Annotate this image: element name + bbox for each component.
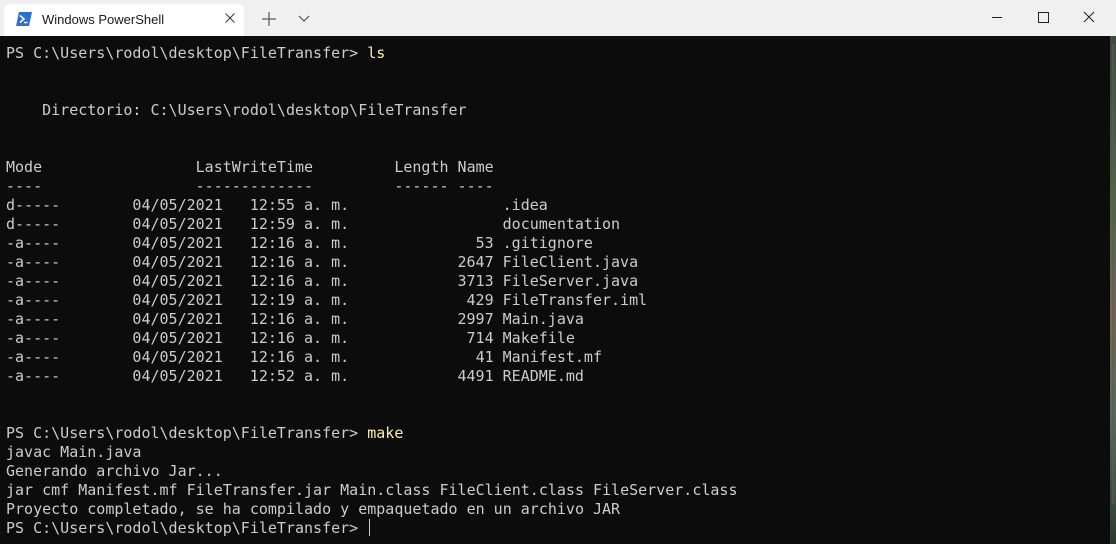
output-line: Proyecto completado, se ha compilado y e…	[6, 500, 621, 518]
window-close-icon[interactable]	[1066, 0, 1112, 36]
powershell-icon	[16, 12, 32, 26]
name-cell: README.md	[502, 367, 584, 385]
file-row: -a---- 04/05/2021 12:16 a. m. 3713 FileS…	[6, 272, 638, 291]
date-cell: 04/05/2021	[132, 253, 223, 271]
listing-separator: ---- ------------- ------ ----	[6, 177, 494, 195]
date-cell: 04/05/2021	[132, 310, 223, 328]
length-cell: 714	[466, 329, 494, 347]
time-cell: 12:16 a. m.	[249, 272, 350, 290]
time-cell: 12:55 a. m.	[249, 196, 350, 214]
file-row: -a---- 04/05/2021 12:52 a. m. 4491 READM…	[6, 367, 584, 386]
mode-cell: d-----	[6, 215, 61, 233]
file-row: d----- 04/05/2021 12:59 a. m. documentat…	[6, 215, 620, 234]
ls-command: ls	[367, 44, 386, 62]
mode-cell: -a----	[6, 234, 61, 252]
tab-close-icon[interactable]	[222, 10, 238, 26]
text-cursor	[369, 519, 371, 536]
mode-cell: -a----	[6, 253, 61, 271]
make-prompt-line: PS C:\Users\rodol\desktop\FileTransfer> …	[6, 424, 403, 443]
prompt-text: PS C:\Users\rodol\desktop\FileTransfer>	[6, 519, 368, 537]
length-cell: 429	[466, 291, 494, 309]
mode-cell: d-----	[6, 196, 61, 214]
name-cell: Makefile	[502, 329, 575, 347]
mode-cell: -a----	[6, 310, 61, 328]
output-line: Generando archivo Jar...	[6, 462, 223, 480]
mode-cell: -a----	[6, 329, 61, 347]
name-cell: .idea	[502, 196, 548, 214]
mode-cell: -a----	[6, 272, 61, 290]
file-row: -a---- 04/05/2021 12:16 a. m. 53 .gitign…	[6, 234, 593, 253]
file-row: d----- 04/05/2021 12:55 a. m. .idea	[6, 196, 548, 215]
name-cell: FileClient.java	[502, 253, 639, 271]
name-cell: FileTransfer.iml	[502, 291, 648, 309]
make-command: make	[367, 424, 404, 442]
name-cell: FileServer.java	[502, 272, 639, 290]
final-prompt-line: PS C:\Users\rodol\desktop\FileTransfer>	[6, 519, 371, 538]
mode-cell: -a----	[6, 367, 61, 385]
time-cell: 12:16 a. m.	[249, 253, 350, 271]
time-cell: 12:19 a. m.	[249, 291, 350, 309]
time-cell: 12:16 a. m.	[249, 329, 350, 347]
file-row: -a---- 04/05/2021 12:16 a. m. 2997 Main.…	[6, 310, 584, 329]
name-cell: Manifest.mf	[502, 348, 602, 366]
new-tab-plus-icon[interactable]	[258, 8, 280, 30]
file-row: -a---- 04/05/2021 12:16 a. m. 714 Makefi…	[6, 329, 575, 348]
date-cell: 04/05/2021	[132, 234, 223, 252]
prompt-text: PS C:\Users\rodol\desktop\FileTransfer>	[6, 424, 368, 442]
date-cell: 04/05/2021	[132, 196, 223, 214]
chevron-down-icon[interactable]	[294, 10, 314, 28]
length-cell: 41	[475, 348, 494, 366]
minimize-icon[interactable]	[974, 0, 1020, 36]
tab-powershell[interactable]: Windows PowerShell	[4, 4, 244, 36]
tab-title: Windows PowerShell	[42, 12, 165, 27]
file-row: -a---- 04/05/2021 12:19 a. m. 429 FileTr…	[6, 291, 647, 310]
file-row: -a---- 04/05/2021 12:16 a. m. 41 Manifes…	[6, 348, 602, 367]
length-cell: 2997	[457, 310, 494, 328]
date-cell: 04/05/2021	[132, 367, 223, 385]
date-cell: 04/05/2021	[132, 348, 223, 366]
length-cell: 53	[475, 234, 494, 252]
length-cell: 4491	[457, 367, 494, 385]
time-cell: 12:16 a. m.	[249, 348, 350, 366]
listing-header: Mode LastWriteTime Length Name	[6, 158, 494, 176]
mode-cell: -a----	[6, 348, 61, 366]
time-cell: 12:59 a. m.	[249, 215, 350, 233]
terminal-pane[interactable]: PS C:\Users\rodol\desktop\FileTransfer> …	[0, 36, 1110, 544]
name-cell: .gitignore	[502, 234, 593, 252]
mode-cell: -a----	[6, 291, 61, 309]
date-cell: 04/05/2021	[132, 215, 223, 233]
output-line: javac Main.java	[6, 443, 142, 461]
prompt-text: PS C:\Users\rodol\desktop\FileTransfer>	[6, 44, 368, 62]
title-bar: Windows PowerShell	[0, 0, 1116, 36]
scrollbar-thumb[interactable]	[1112, 44, 1115, 504]
name-cell: Main.java	[502, 310, 584, 328]
time-cell: 12:52 a. m.	[249, 367, 350, 385]
time-cell: 12:16 a. m.	[249, 310, 350, 328]
ls-prompt-line: PS C:\Users\rodol\desktop\FileTransfer> …	[6, 44, 385, 63]
length-cell: 3713	[457, 272, 494, 290]
name-cell: documentation	[502, 215, 621, 233]
file-row: -a---- 04/05/2021 12:16 a. m. 2647 FileC…	[6, 253, 638, 272]
length-cell: 2647	[457, 253, 494, 271]
directory-line: Directorio: C:\Users\rodol\desktop\FileT…	[6, 101, 467, 119]
date-cell: 04/05/2021	[132, 291, 223, 309]
maximize-icon[interactable]	[1020, 0, 1066, 36]
date-cell: 04/05/2021	[132, 329, 223, 347]
date-cell: 04/05/2021	[132, 272, 223, 290]
output-line: jar cmf Manifest.mf FileTransfer.jar Mai…	[6, 481, 738, 499]
time-cell: 12:16 a. m.	[249, 234, 350, 252]
